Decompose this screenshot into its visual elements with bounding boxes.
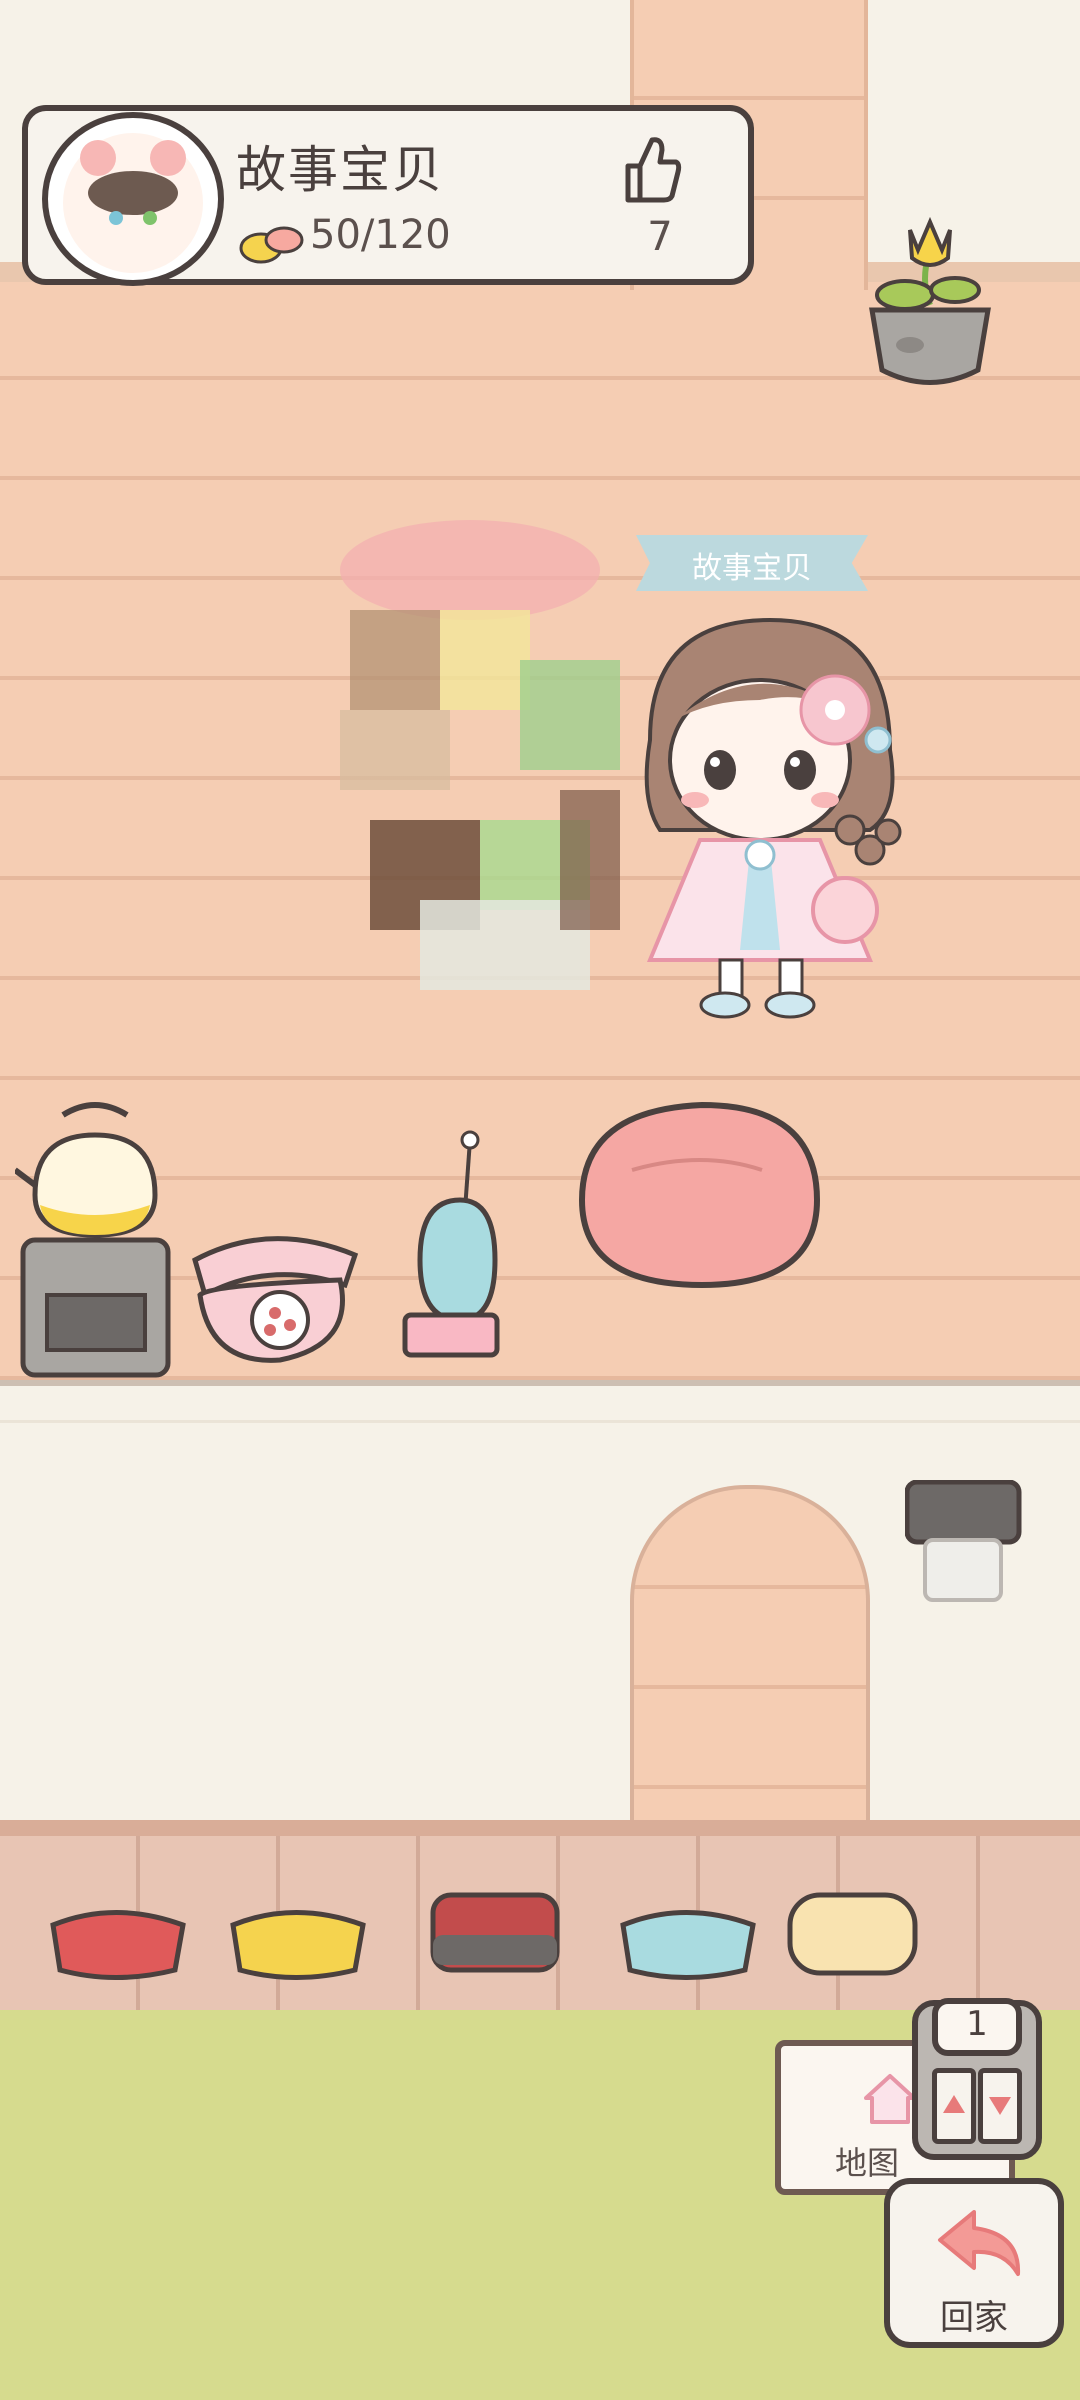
player-name: 故事宝贝	[236, 141, 444, 199]
yellow-bowl[interactable]	[225, 1890, 370, 1980]
kettle-stove[interactable]	[15, 1095, 175, 1380]
player-character[interactable]	[620, 610, 920, 1030]
return-arrow-icon	[938, 2210, 1021, 2276]
wall-lamp[interactable]	[905, 1480, 1025, 1610]
currency-count: 50/120	[310, 212, 451, 258]
triangle-up-icon	[943, 2095, 965, 2113]
scribble-decoration	[340, 520, 620, 990]
radio[interactable]	[395, 1130, 505, 1360]
like-count: 7	[647, 214, 673, 260]
character-name: 故事宝贝	[692, 551, 812, 586]
floor-up-button[interactable]	[932, 2068, 976, 2144]
bean-bag[interactable]	[572, 1090, 828, 1296]
blue-bowl[interactable]	[615, 1890, 760, 1980]
player-avatar[interactable]	[42, 112, 224, 286]
floor-number: 1	[966, 2004, 988, 2044]
home-label: 回家	[940, 2298, 1008, 2338]
potted-tulip[interactable]	[860, 210, 1000, 400]
cat-coin-icon	[239, 226, 304, 264]
thumbs-up-icon[interactable]	[620, 134, 682, 206]
house-icon	[864, 2074, 916, 2124]
lower-wall-line	[0, 1420, 1080, 1423]
map-label: 地图	[835, 2144, 900, 2182]
rotary-phone[interactable]	[180, 1225, 365, 1370]
floor-down-button[interactable]	[978, 2068, 1022, 2144]
cream-bowl[interactable]	[785, 1885, 920, 1980]
brick-archway	[630, 1485, 870, 1839]
red-bowl[interactable]	[45, 1890, 190, 1980]
dark-red-bowl[interactable]	[425, 1885, 565, 1980]
triangle-down-icon	[989, 2097, 1011, 2115]
